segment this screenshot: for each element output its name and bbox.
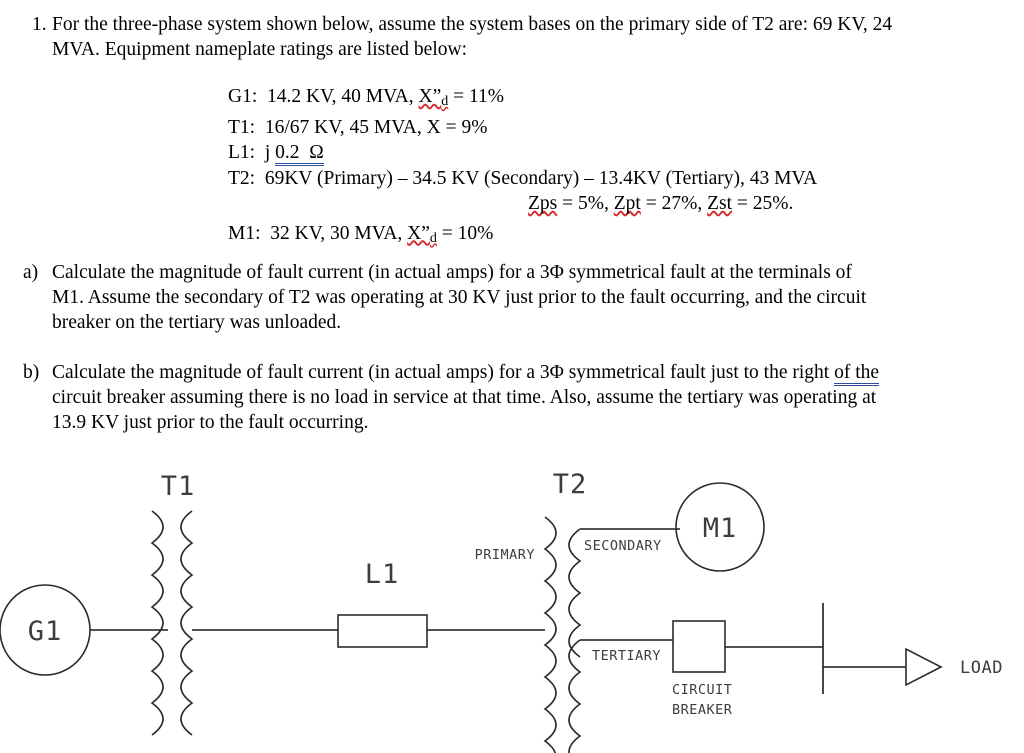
question-part-a: a) Calculate the magnitude of fault curr… — [0, 260, 1024, 335]
transformer-t1-label: T1 — [161, 471, 196, 502]
impedance-zps-value: = 5%, — [557, 193, 614, 214]
impedance-zst-value: = 25%. — [732, 193, 794, 214]
t2-primary-winding — [543, 516, 557, 753]
rating-g1-text-a: 14.2 KV, 40 MVA, — [257, 86, 419, 107]
rating-line-g1: G1: 14.2 KV, 40 MVA, X”d = 11% — [228, 84, 1024, 115]
impedance-zps-label: Zps — [528, 193, 558, 214]
circuit-breaker-symbol — [672, 620, 726, 673]
rating-l1-label: L1: j — [228, 142, 276, 163]
generator-g1-label: G1 — [28, 616, 63, 647]
impedance-zpt-label: Zpt — [613, 193, 641, 214]
circuit-breaker-label-line1: CIRCUIT — [672, 682, 732, 698]
part-b-text: Calculate the magnitude of fault current… — [52, 360, 1024, 435]
rating-line-t2: T2: 69KV (Primary) – 34.5 KV (Secondary)… — [228, 167, 818, 189]
rating-m1-text-a: 32 KV, 30 MVA, — [260, 222, 408, 244]
part-a-text: Calculate the magnitude of fault current… — [52, 262, 867, 333]
problem-statement: 1. For the three-phase system shown belo… — [0, 0, 1024, 251]
t2-tertiary-winding-label: TERTIARY — [592, 648, 661, 664]
t1-primary-winding — [150, 510, 164, 736]
question-part-b: b) Calculate the magnitude of fault curr… — [0, 360, 1024, 435]
load-arrow-symbol — [905, 647, 943, 687]
t2-secondary-winding — [568, 528, 582, 658]
rating-line-t2-impedances: Zps = 5%, Zpt = 27%, Zst = 25%. — [228, 191, 1024, 217]
rating-l1-impedance-value: 0.2 Ω — [275, 142, 324, 166]
rating-m1-label: M1: — [228, 222, 261, 244]
problem-number: 1. — [32, 14, 47, 35]
problem-intro-row: 1. For the three-phase system shown belo… — [0, 12, 1024, 62]
rating-m1-xd-subscript: d — [429, 230, 437, 246]
rating-line-l1: L1: j 0.2 Ω — [228, 140, 1024, 166]
t2-secondary-winding-label: SECONDARY — [584, 538, 662, 554]
line-l1-label: L1 — [365, 559, 400, 590]
one-line-circuit-diagram: G1 T1 L1 T2 PRIMARY SECONDARY TERTIARY M… — [0, 455, 1024, 753]
rating-g1-xd-symbol: X” — [418, 86, 442, 107]
rating-g1-text-b: = 11% — [448, 86, 505, 107]
part-b-grammar-flagged-phrase: of the — [834, 362, 880, 386]
part-b-marker: b) — [23, 362, 40, 383]
motor-m1-label: M1 — [703, 513, 738, 544]
rating-line-t1: T1: 16/67 KV, 45 MVA, X = 9% — [228, 116, 488, 138]
t1-secondary-winding — [180, 510, 194, 736]
t2-tertiary-winding — [568, 639, 582, 753]
part-b-text-segment-2: circuit breaker assuming there is no loa… — [52, 387, 877, 433]
load-label: LOAD — [960, 658, 1003, 678]
impedance-zst-label: Zst — [707, 193, 733, 214]
line-impedance-l1-box — [337, 614, 428, 648]
part-a-marker: a) — [23, 262, 39, 283]
rating-m1-text-b: = 10% — [436, 222, 494, 244]
circuit-breaker-label-line2: BREAKER — [672, 702, 733, 718]
part-b-text-segment-1: Calculate the magnitude of fault current… — [52, 362, 835, 383]
rating-m1-xd-symbol: X” — [407, 222, 430, 244]
t2-primary-winding-label: PRIMARY — [475, 547, 535, 563]
rating-line-m1: M1: 32 KV, 30 MVA, X”d = 10% — [228, 221, 1024, 252]
impedance-zpt-value: = 27%, — [640, 193, 708, 214]
equipment-ratings-list: G1: 14.2 KV, 40 MVA, X”d = 11% T1: 16/67… — [0, 84, 1024, 251]
problem-intro-text: For the three-phase system shown below, … — [52, 14, 893, 60]
rating-g1-label: G1: — [228, 86, 258, 107]
transformer-t2-label: T2 — [553, 469, 588, 500]
